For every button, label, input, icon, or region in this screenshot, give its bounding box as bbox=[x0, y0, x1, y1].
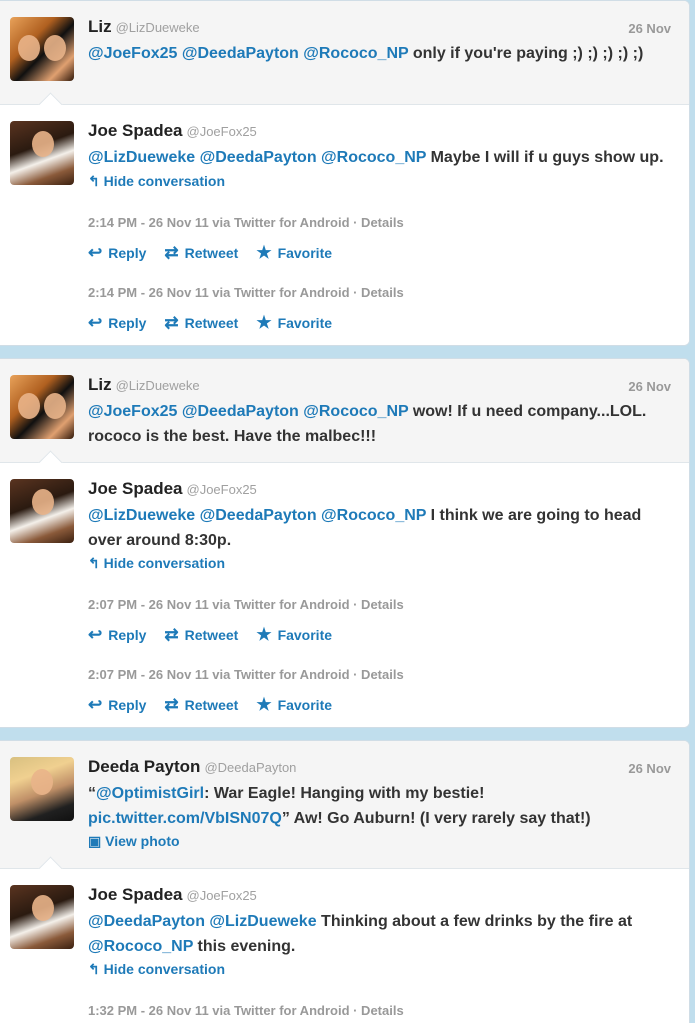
retweet-icon: ⇄ bbox=[164, 625, 179, 644]
reply-arrow-icon: ↩ bbox=[88, 243, 103, 262]
avatar[interactable] bbox=[10, 757, 74, 821]
hide-arrow-icon: ↰ bbox=[88, 555, 100, 571]
tweet-original[interactable]: Liz @LizDueweke 26 Nov @JoeFox25 @DeedaPa… bbox=[0, 1, 689, 105]
author-name[interactable]: Joe Spadea bbox=[88, 121, 183, 140]
reply-arrow-icon: ↩ bbox=[88, 695, 103, 714]
tweet-text: @LizDueweke @DeedaPayton @Rococo_NP I th… bbox=[88, 507, 642, 549]
avatar[interactable] bbox=[10, 375, 74, 439]
author-handle[interactable]: @JoeFox25 bbox=[187, 124, 257, 139]
avatar[interactable] bbox=[10, 479, 74, 543]
reply-button[interactable]: ↩ Reply bbox=[88, 695, 146, 715]
author-name[interactable]: Liz bbox=[88, 17, 112, 36]
mention-links[interactable]: @LizDueweke @DeedaPayton @Rococo_NP bbox=[88, 507, 426, 524]
retweet-icon: ⇄ bbox=[164, 313, 179, 332]
mention-links[interactable]: @JoeFox25 @DeedaPayton @Rococo_NP bbox=[88, 403, 408, 420]
avatar[interactable] bbox=[10, 121, 74, 185]
mention-link[interactable]: @Rococo_NP bbox=[88, 938, 193, 955]
reply-button[interactable]: ↩ Reply bbox=[88, 243, 146, 263]
retweet-button[interactable]: ⇄ Retweet bbox=[164, 243, 238, 263]
tweet-date[interactable]: 26 Nov bbox=[628, 379, 671, 394]
reply-arrow-icon: ↩ bbox=[88, 313, 103, 332]
avatar[interactable] bbox=[10, 17, 74, 81]
retweet-icon: ⇄ bbox=[164, 243, 179, 262]
tweet-meta[interactable]: 1:32 PM - 26 Nov 11 via Twitter for Andr… bbox=[88, 1003, 677, 1018]
mention-links[interactable]: @JoeFox25 @DeedaPayton @Rococo_NP bbox=[88, 45, 408, 62]
hide-conversation-link[interactable]: ↰ Hide conversation bbox=[88, 961, 677, 978]
photo-url-link[interactable]: pic.twitter.com/VbISN07Q bbox=[88, 810, 282, 827]
tweet-actions: ↩ Reply ⇄ Retweet ★ Favorite bbox=[88, 695, 677, 715]
favorite-button[interactable]: ★ Favorite bbox=[256, 625, 332, 645]
tweet-date[interactable]: 26 Nov bbox=[628, 21, 671, 36]
tweet-meta[interactable]: 2:14 PM - 26 Nov 11 via Twitter for Andr… bbox=[88, 285, 677, 300]
tweet-reply[interactable]: Joe Spadea @JoeFox25 @DeedaPayton @LizDue… bbox=[0, 869, 689, 1023]
tweet-actions: ↩ Reply ⇄ Retweet ★ Favorite bbox=[88, 313, 677, 333]
tweet-meta[interactable]: 2:14 PM - 26 Nov 11 via Twitter for Andr… bbox=[88, 215, 677, 230]
tweet-actions: ↩ Reply ⇄ Retweet ★ Favorite bbox=[88, 243, 677, 263]
tweet-meta[interactable]: 2:07 PM - 26 Nov 11 via Twitter for Andr… bbox=[88, 597, 677, 612]
retweet-button[interactable]: ⇄ Retweet bbox=[164, 695, 238, 715]
tweet-text: @JoeFox25 @DeedaPayton @Rococo_NP only i… bbox=[88, 45, 644, 62]
favorite-button[interactable]: ★ Favorite bbox=[256, 243, 332, 263]
author-handle[interactable]: @LizDueweke bbox=[116, 378, 200, 393]
view-photo-link[interactable]: ▣ View photo bbox=[88, 833, 677, 850]
hide-arrow-icon: ↰ bbox=[88, 961, 100, 977]
retweet-button[interactable]: ⇄ Retweet bbox=[164, 625, 238, 645]
mention-links[interactable]: @DeedaPayton @LizDueweke bbox=[88, 913, 317, 930]
author-handle[interactable]: @JoeFox25 bbox=[187, 888, 257, 903]
avatar[interactable] bbox=[10, 885, 74, 949]
tweet-text: “@OptimistGirl: War Eagle! Hanging with … bbox=[88, 785, 591, 827]
reply-arrow-icon: ↩ bbox=[88, 625, 103, 644]
star-icon: ★ bbox=[256, 243, 272, 262]
star-icon: ★ bbox=[256, 625, 272, 644]
author-name[interactable]: Joe Spadea bbox=[88, 479, 183, 498]
favorite-button[interactable]: ★ Favorite bbox=[256, 695, 332, 715]
tweet-original[interactable]: Deeda Payton @DeedaPayton 26 Nov “@Optimi… bbox=[0, 741, 689, 869]
tweet-reply[interactable]: Joe Spadea @JoeFox25 @LizDueweke @DeedaPa… bbox=[0, 105, 689, 345]
author-handle[interactable]: @DeedaPayton bbox=[204, 760, 296, 775]
tweet-original[interactable]: Liz @LizDueweke 26 Nov @JoeFox25 @DeedaPa… bbox=[0, 359, 689, 463]
retweet-button[interactable]: ⇄ Retweet bbox=[164, 313, 238, 333]
reply-button[interactable]: ↩ Reply bbox=[88, 313, 146, 333]
author-handle[interactable]: @JoeFox25 bbox=[187, 482, 257, 497]
tweet-text: @JoeFox25 @DeedaPayton @Rococo_NP wow! I… bbox=[88, 403, 647, 445]
reply-button[interactable]: ↩ Reply bbox=[88, 625, 146, 645]
star-icon: ★ bbox=[256, 313, 272, 332]
tweet-meta[interactable]: 2:07 PM - 26 Nov 11 via Twitter for Andr… bbox=[88, 667, 677, 682]
star-icon: ★ bbox=[256, 695, 272, 714]
mention-link[interactable]: @OptimistGirl bbox=[96, 785, 204, 802]
author-handle[interactable]: @LizDueweke bbox=[116, 20, 200, 35]
tweet-date[interactable]: 26 Nov bbox=[628, 761, 671, 776]
tweet-text: @DeedaPayton @LizDueweke Thinking about … bbox=[88, 913, 633, 955]
author-name[interactable]: Deeda Payton bbox=[88, 757, 200, 776]
tweet-text: @LizDueweke @DeedaPayton @Rococo_NP Mayb… bbox=[88, 149, 664, 166]
hide-arrow-icon: ↰ bbox=[88, 173, 100, 189]
favorite-button[interactable]: ★ Favorite bbox=[256, 313, 332, 333]
conversation-group-1: Liz @LizDueweke 26 Nov @JoeFox25 @DeedaPa… bbox=[0, 0, 690, 346]
retweet-icon: ⇄ bbox=[164, 695, 179, 714]
hide-conversation-link[interactable]: ↰ Hide conversation bbox=[88, 173, 677, 190]
author-name[interactable]: Liz bbox=[88, 375, 112, 394]
tweet-actions: ↩ Reply ⇄ Retweet ★ Favorite bbox=[88, 625, 677, 645]
mention-links[interactable]: @LizDueweke @DeedaPayton @Rococo_NP bbox=[88, 149, 426, 166]
conversation-group-2: Liz @LizDueweke 26 Nov @JoeFox25 @DeedaPa… bbox=[0, 358, 690, 728]
tweet-reply[interactable]: Joe Spadea @JoeFox25 @LizDueweke @DeedaPa… bbox=[0, 463, 689, 727]
author-name[interactable]: Joe Spadea bbox=[88, 885, 183, 904]
photo-icon: ▣ bbox=[88, 833, 102, 849]
conversation-group-3: Deeda Payton @DeedaPayton 26 Nov “@Optimi… bbox=[0, 740, 690, 1023]
hide-conversation-link[interactable]: ↰ Hide conversation bbox=[88, 555, 677, 572]
